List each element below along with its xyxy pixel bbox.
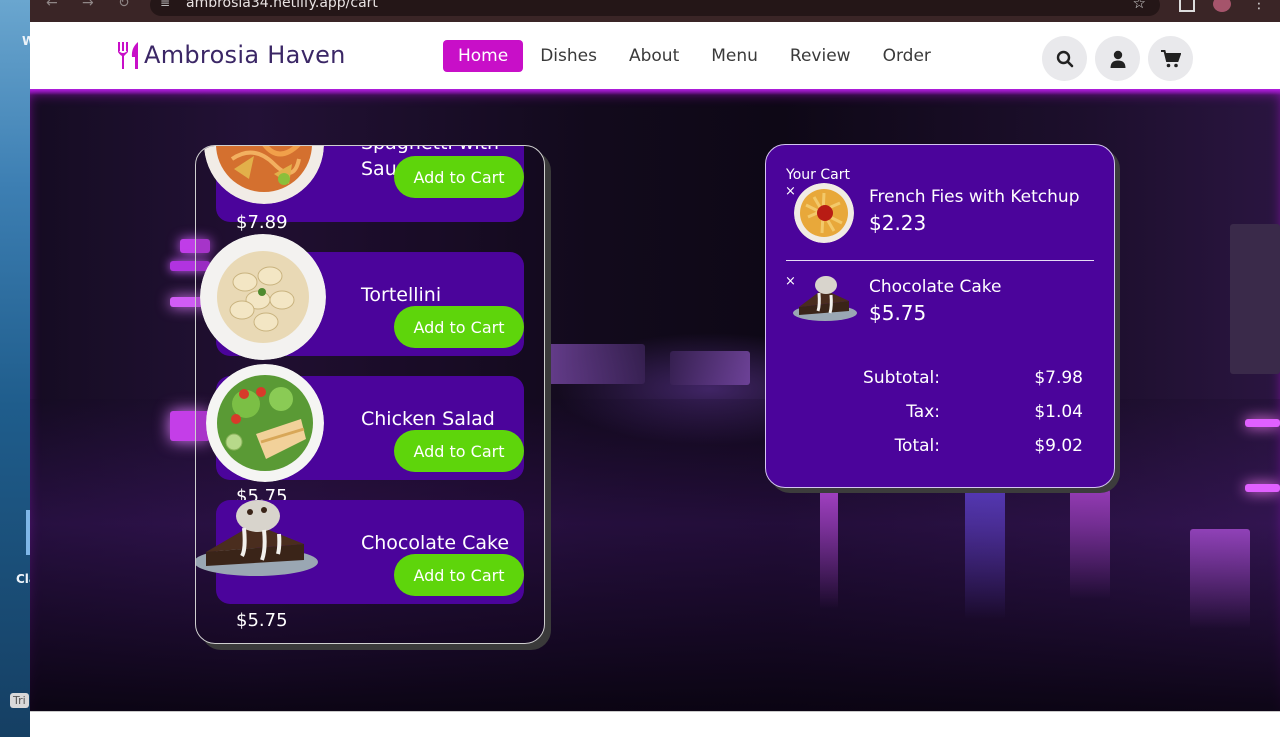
browser-window: ← → ↻ ≡ ambrosia34.netlify.app/cart ☆ ⋮ …	[30, 0, 1280, 737]
browser-menu-icon[interactable]: ⋮	[1252, 0, 1266, 12]
neon-light	[1245, 419, 1280, 427]
chicken-salad-image	[206, 364, 324, 482]
cart-panel: Your Cart × French Fies with Ketchup $2.…	[765, 144, 1115, 488]
desktop-background: W Cla Tri	[0, 0, 37, 737]
nav-home[interactable]: Home	[443, 40, 524, 72]
utensils-icon	[118, 42, 138, 69]
remove-item-icon[interactable]: ×	[785, 185, 796, 198]
tortellini-image	[200, 234, 326, 360]
user-icon	[1110, 50, 1125, 68]
chocolate-cake-thumb	[793, 273, 857, 323]
dish-name: Tortellini	[361, 284, 442, 306]
logo-text: Ambrosia Haven	[144, 41, 346, 69]
bookmark-star-icon[interactable]: ☆	[1133, 0, 1146, 12]
cart-button[interactable]	[1148, 36, 1193, 81]
search-button[interactable]	[1042, 36, 1087, 81]
cart-item-name: French Fies with Ketchup	[869, 187, 1080, 207]
profile-avatar[interactable]	[1213, 0, 1231, 12]
dish-price: $7.89	[236, 212, 288, 233]
reload-icon[interactable]: ↻	[118, 0, 130, 10]
url-text: ambrosia34.netlify.app/cart	[186, 0, 378, 11]
cart-icon	[1160, 49, 1181, 67]
nav-about[interactable]: About	[614, 40, 694, 72]
account-button[interactable]	[1095, 36, 1140, 81]
french-fries-thumb	[794, 183, 854, 243]
add-to-cart-button[interactable]: Add to Cart	[394, 554, 524, 596]
dish-price: $5.75	[236, 610, 288, 631]
subtotal-label: Subtotal:	[863, 368, 940, 388]
cart-title: Your Cart	[786, 167, 850, 183]
nav-review[interactable]: Review	[775, 40, 866, 72]
dish-name: Chicken Salad	[361, 408, 495, 430]
site-info-icon[interactable]: ≡	[160, 0, 170, 12]
forward-icon[interactable]: →	[82, 0, 94, 10]
neon-light	[1245, 484, 1280, 492]
floor-reflection	[1070, 489, 1110, 599]
total-label: Total:	[894, 436, 940, 456]
tax-label: Tax:	[906, 402, 940, 422]
add-to-cart-button[interactable]: Add to Cart	[394, 156, 524, 198]
site-header: Ambrosia Haven Home Dishes About Menu Re…	[30, 22, 1280, 89]
add-to-cart-button[interactable]: Add to Cart	[394, 306, 524, 348]
address-bar[interactable]: ≡ ambrosia34.netlify.app/cart ☆	[150, 0, 1160, 16]
cart-divider	[786, 260, 1094, 261]
hero-background: Spaghetti with Sauce Add to Cart $7.89 T…	[30, 89, 1280, 711]
corridor-right-wall	[670, 351, 750, 385]
site-logo[interactable]: Ambrosia Haven	[116, 40, 346, 70]
cart-item-price: $5.75	[869, 301, 927, 325]
corridor-left-wall	[545, 344, 645, 384]
add-to-cart-button[interactable]: Add to Cart	[394, 430, 524, 472]
floor-reflection	[965, 489, 1005, 619]
tax-value: $1.04	[1034, 402, 1083, 422]
dish-name: Chocolate Cake	[361, 532, 510, 554]
desktop-badge: Tri	[10, 693, 29, 708]
cart-item-price: $2.23	[869, 211, 927, 235]
browser-toolbar: ← → ↻ ≡ ambrosia34.netlify.app/cart ☆ ⋮	[30, 0, 1280, 22]
total-value: $9.02	[1034, 436, 1083, 456]
page-footer-edge	[30, 711, 1280, 737]
main-nav: Home Dishes About Menu Review Order	[443, 40, 948, 72]
side-panel	[1230, 224, 1280, 374]
nav-menu[interactable]: Menu	[696, 40, 773, 72]
header-glow	[30, 89, 1280, 95]
nav-order[interactable]: Order	[868, 40, 946, 72]
search-icon	[1056, 50, 1073, 67]
floor-reflection	[820, 489, 838, 609]
floor-reflection	[1190, 529, 1250, 629]
cart-item-name: Chocolate Cake	[869, 277, 1002, 297]
subtotal-value: $7.98	[1034, 368, 1083, 388]
nav-dishes[interactable]: Dishes	[525, 40, 612, 72]
dishes-list-panel[interactable]: Spaghetti with Sauce Add to Cart $7.89 T…	[195, 145, 545, 644]
back-icon[interactable]: ←	[46, 0, 58, 10]
chocolate-cake-image	[196, 494, 326, 582]
extension-icon[interactable]	[1179, 0, 1195, 12]
